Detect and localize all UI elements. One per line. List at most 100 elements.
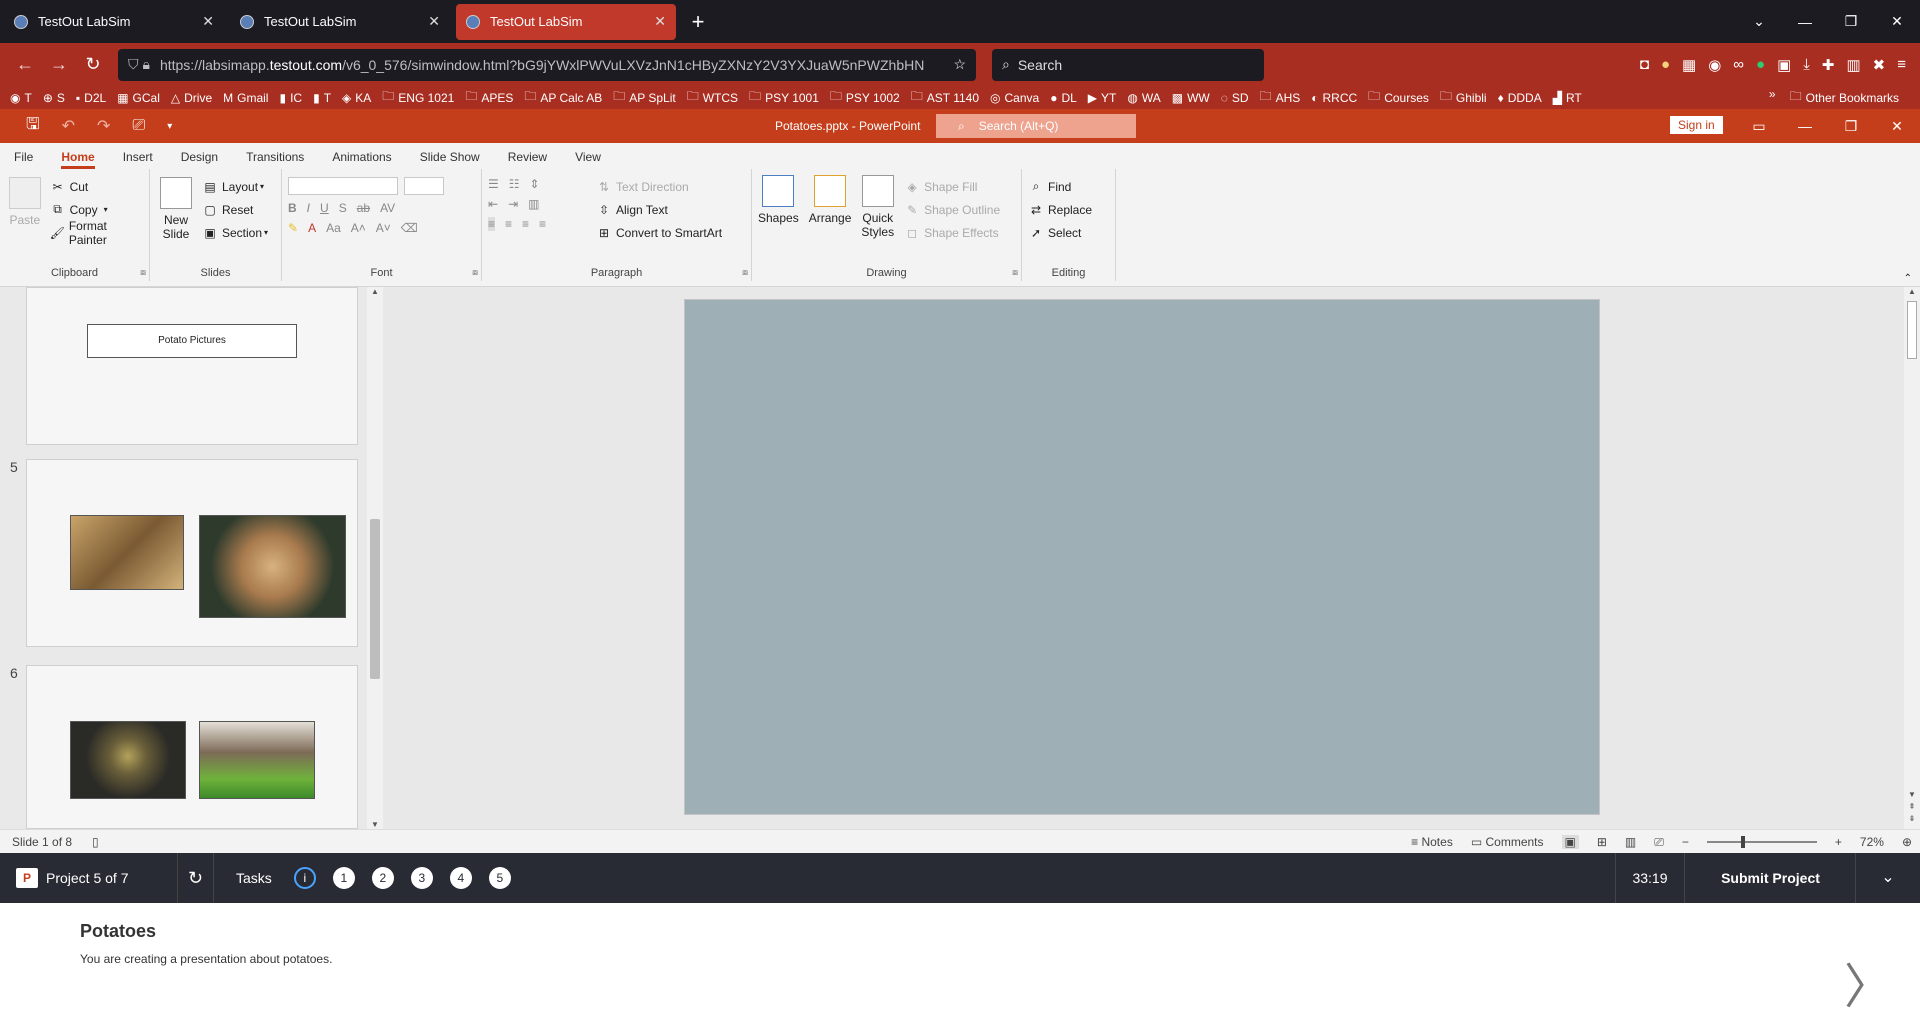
- bookmark-item[interactable]: ◍ WA: [1127, 91, 1160, 105]
- align-center-icon[interactable]: ≡: [505, 217, 512, 231]
- slide-nav-icons[interactable]: ▼ ⇞ ⇟: [1904, 789, 1920, 825]
- current-slide[interactable]: [684, 299, 1600, 815]
- zoom-slider[interactable]: [1706, 836, 1817, 848]
- increase-indent-icon[interactable]: ⇥: [508, 197, 518, 211]
- notion-icon[interactable]: ▣: [1777, 56, 1791, 74]
- scroll-up-icon[interactable]: ▲: [367, 287, 383, 296]
- character-spacing-icon[interactable]: AV: [380, 201, 395, 215]
- decrease-indent-icon[interactable]: ⇤: [488, 197, 498, 211]
- tab-animations[interactable]: Animations: [332, 150, 391, 169]
- close-tab-icon[interactable]: ✕: [202, 13, 214, 30]
- quick-styles-button[interactable]: Quick Styles: [861, 175, 894, 244]
- next-arrow-icon[interactable]: 〉: [1844, 947, 1892, 1017]
- presentation-icon[interactable]: ⎚: [132, 117, 145, 135]
- tab-list-icon[interactable]: ⌄: [1736, 13, 1782, 30]
- bold-icon[interactable]: B: [288, 201, 297, 215]
- font-name-select[interactable]: [288, 177, 398, 195]
- zoom-level[interactable]: 72%: [1860, 835, 1884, 849]
- downloads-icon[interactable]: ⤓: [1803, 56, 1810, 74]
- align-text-button[interactable]: ⇳ Align Text: [596, 198, 722, 221]
- browser-tab[interactable]: TestOut LabSim ✕: [230, 4, 450, 40]
- notes-button[interactable]: ≡ Notes: [1411, 835, 1453, 849]
- highlight-icon[interactable]: ✎: [288, 221, 298, 235]
- bookmark-item[interactable]: ◐ RRCC: [1311, 91, 1357, 105]
- bookmark-folder[interactable]: 🗀︎ PSY 1002: [830, 87, 900, 108]
- shape-outline-button[interactable]: ✎ Shape Outline: [904, 198, 1000, 221]
- bookmark-item[interactable]: ▦ GCal: [117, 91, 160, 105]
- shapes-button[interactable]: Shapes: [758, 175, 799, 244]
- tab-review[interactable]: Review: [508, 150, 547, 169]
- bookmark-star-icon[interactable]: ☆: [953, 56, 966, 73]
- dialog-launcher-icon[interactable]: ⧈: [472, 267, 478, 278]
- url-bar[interactable]: ⛉ 🔒︎ https://labsimapp.testout.com/v6_0_…: [118, 48, 976, 81]
- tab-design[interactable]: Design: [181, 150, 218, 169]
- dialog-launcher-icon[interactable]: ⧈: [1012, 267, 1018, 278]
- bullets-icon[interactable]: ☰: [488, 177, 499, 191]
- fit-to-window-icon[interactable]: ⊕: [1902, 835, 1912, 849]
- bookmark-folder[interactable]: 🗀︎ Courses: [1368, 87, 1429, 108]
- bookmark-folder[interactable]: 🗀︎ AP SpLit: [613, 87, 676, 108]
- strikethrough-icon[interactable]: ab: [357, 201, 370, 215]
- bookmark-item[interactable]: M Gmail: [223, 91, 268, 105]
- cut-button[interactable]: ✂ Cut: [50, 175, 143, 198]
- menu-icon[interactable]: ≡: [1897, 56, 1906, 74]
- lock-icon[interactable]: 🔒︎: [143, 56, 150, 73]
- bookmark-item[interactable]: ◈ KA: [342, 91, 371, 105]
- task-4-button[interactable]: 4: [449, 867, 472, 889]
- back-icon[interactable]: ←: [8, 54, 42, 75]
- convert-smartart-button[interactable]: ⊞ Convert to SmartArt: [596, 221, 722, 244]
- reset-button[interactable]: ▢ Reset: [202, 198, 268, 221]
- bookmark-folder[interactable]: 🗀︎ AP Calc AB: [524, 87, 602, 108]
- minimize-icon[interactable]: —: [1782, 118, 1828, 134]
- align-left-icon[interactable]: ≡: [488, 217, 496, 231]
- numbering-icon[interactable]: ☷: [509, 177, 520, 191]
- redo-icon[interactable]: ↷: [97, 116, 110, 136]
- bookmark-item[interactable]: △ Drive: [171, 91, 212, 105]
- new-tab-button[interactable]: +: [682, 9, 714, 35]
- bookmark-item[interactable]: ▮ T: [313, 91, 331, 105]
- scroll-down-icon[interactable]: ▼: [367, 820, 383, 829]
- bookmark-item[interactable]: ▩ WW: [1172, 91, 1210, 105]
- task-2-button[interactable]: 2: [371, 867, 394, 889]
- bookmark-item[interactable]: ♦ DDDA: [1498, 91, 1542, 105]
- close-icon[interactable]: ✕: [1874, 118, 1920, 135]
- collapse-ribbon-icon[interactable]: ⌃: [1904, 273, 1912, 284]
- bookmark-folder[interactable]: 🗀︎ AST 1140: [911, 87, 979, 108]
- tab-slide-show[interactable]: Slide Show: [420, 150, 480, 169]
- slide-thumbnail-5[interactable]: [26, 459, 358, 647]
- grammarly-icon[interactable]: ●: [1756, 56, 1765, 74]
- change-case-icon[interactable]: Aa: [326, 221, 341, 235]
- bookmark-item[interactable]: ◌ SD: [1221, 91, 1249, 105]
- reload-icon[interactable]: ↻: [76, 54, 110, 75]
- section-button[interactable]: ▣ Section ▾: [202, 221, 268, 244]
- close-tab-icon[interactable]: ✕: [654, 13, 666, 30]
- extension-flag-icon[interactable]: ✖: [1873, 56, 1886, 74]
- bookmark-folder[interactable]: 🗀︎ PSY 1001: [749, 87, 819, 108]
- justify-icon[interactable]: ≡: [539, 217, 546, 231]
- tab-insert[interactable]: Insert: [123, 150, 153, 169]
- tab-transitions[interactable]: Transitions: [246, 150, 304, 169]
- paste-button[interactable]: Paste: [6, 177, 44, 244]
- slide-sorter-icon[interactable]: ⊞: [1597, 835, 1607, 849]
- browser-tab[interactable]: TestOut LabSim ✕: [4, 4, 224, 40]
- task-5-button[interactable]: 5: [488, 867, 511, 889]
- bookmark-folder[interactable]: 🗀︎ WTCS: [687, 87, 738, 108]
- accessibility-icon[interactable]: ▯: [92, 835, 99, 849]
- layout-button[interactable]: ▤ Layout ▾: [202, 175, 268, 198]
- more-bookmarks-icon[interactable]: »: [1769, 87, 1776, 108]
- chevron-down-icon[interactable]: ⌄: [1856, 853, 1920, 903]
- comments-button[interactable]: ▭ Comments: [1471, 835, 1544, 849]
- extension-glasses-icon[interactable]: ∞: [1733, 56, 1744, 74]
- minimize-icon[interactable]: —: [1782, 14, 1828, 30]
- bookmark-item[interactable]: ◉ T: [10, 91, 32, 105]
- shape-fill-button[interactable]: ◈ Shape Fill: [904, 175, 1000, 198]
- find-button[interactable]: ⌕ Find: [1028, 175, 1109, 198]
- bookmark-item[interactable]: ◎ Canva: [990, 91, 1039, 105]
- tab-home[interactable]: Home: [61, 150, 95, 169]
- task-info-button[interactable]: i: [293, 867, 316, 889]
- sign-in-button[interactable]: Sign in: [1670, 116, 1723, 134]
- customize-qat-icon[interactable]: ▾: [167, 121, 172, 132]
- font-size-select[interactable]: [404, 177, 444, 195]
- save-icon[interactable]: 🖫︎: [26, 113, 40, 140]
- restore-icon[interactable]: ❐: [1828, 118, 1874, 135]
